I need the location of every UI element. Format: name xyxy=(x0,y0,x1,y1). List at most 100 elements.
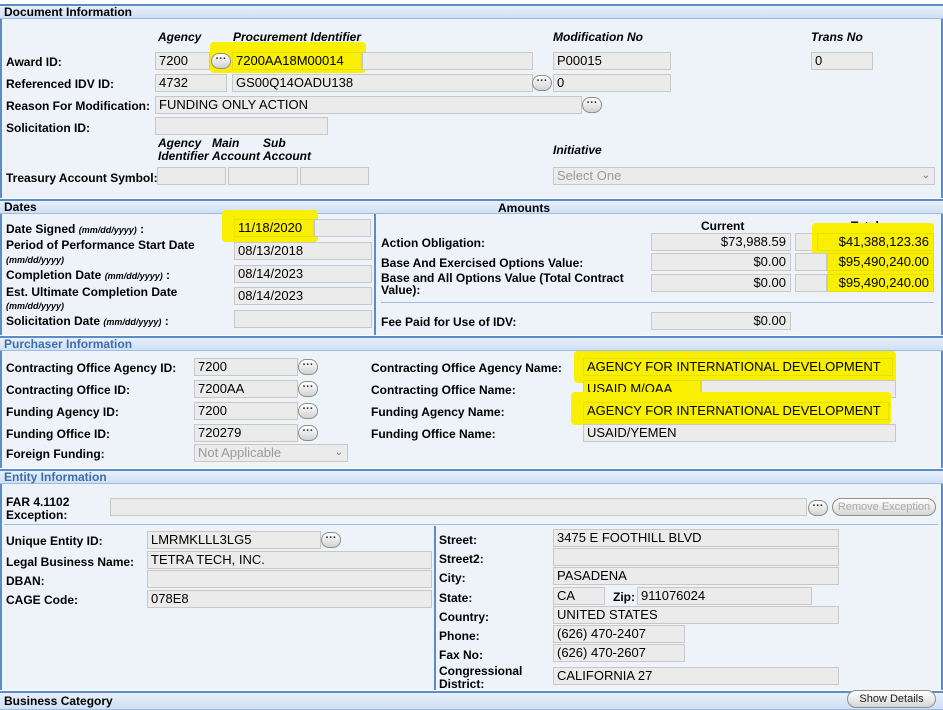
state-label: State: xyxy=(439,591,473,605)
col-trans-no: Trans No xyxy=(811,30,863,44)
base-all-total[interactable]: $95,490,240.00 xyxy=(827,274,934,292)
co-id-field[interactable]: 7200AA xyxy=(194,380,298,398)
date-signed-field-ext[interactable] xyxy=(314,219,371,237)
far-label-line2: Exception: xyxy=(6,508,68,522)
treasury-agency-field[interactable] xyxy=(157,167,226,185)
reason-field[interactable]: FUNDING ONLY ACTION xyxy=(155,96,582,114)
co-name-label: Contracting Office Name: xyxy=(371,383,516,397)
far-lookup-button[interactable]: ··· xyxy=(808,500,828,516)
completion-field[interactable]: 08/14/2023 xyxy=(234,265,372,283)
funding-office-id-field[interactable]: 720279 xyxy=(194,424,298,442)
initiative-select[interactable]: Select One ⌄ xyxy=(553,167,935,185)
action-obligation-total[interactable]: $41,388,123.36 xyxy=(817,233,934,251)
ref-modification-field[interactable]: 0 xyxy=(553,74,671,92)
co-agency-name-field[interactable]: AGENCY FOR INTERNATIONAL DEVELOPMENT xyxy=(583,358,893,376)
section-purchaser-information: Purchaser Information xyxy=(0,336,943,351)
award-trans-field[interactable]: 0 xyxy=(811,52,873,70)
uei-label: Unique Entity ID: xyxy=(6,534,103,548)
co-id-lookup-button[interactable]: ··· xyxy=(298,381,318,397)
ref-lookup-button[interactable]: ··· xyxy=(532,75,552,91)
col-sub-account: Sub Account xyxy=(263,136,311,163)
award-modification-field[interactable]: P00015 xyxy=(553,52,671,70)
fax-field[interactable]: (626) 470-2607 xyxy=(553,644,685,662)
funding-office-name-field[interactable]: USAID/YEMEN xyxy=(583,424,896,442)
base-all-total-pad xyxy=(795,274,827,292)
legal-name-field[interactable]: TETRA TECH, INC. xyxy=(147,551,432,569)
base-exercised-total-pad xyxy=(795,253,827,271)
country-field[interactable]: UNITED STATES xyxy=(553,606,839,624)
section-amounts: Amounts xyxy=(498,201,550,215)
treasury-sub-field[interactable] xyxy=(300,167,369,185)
award-procurement-field-ext[interactable] xyxy=(362,52,533,70)
ref-agency-field[interactable]: 4732 xyxy=(155,74,227,92)
base-all-current[interactable]: $0.00 xyxy=(651,274,791,292)
dban-field[interactable] xyxy=(147,570,432,588)
funding-agency-name-label: Funding Agency Name: xyxy=(371,405,505,419)
funding-office-id-label: Funding Office ID: xyxy=(6,427,110,441)
uei-lookup-button[interactable]: ··· xyxy=(321,532,341,548)
legal-name-label: Legal Business Name: xyxy=(6,555,135,569)
co-agency-id-label: Contracting Office Agency ID: xyxy=(6,361,177,375)
date-signed-label: Date Signed (mm/dd/yyyy) : xyxy=(6,222,145,236)
funding-office-lookup-button[interactable]: ··· xyxy=(298,425,318,441)
base-exercised-total[interactable]: $95,490,240.00 xyxy=(827,253,934,271)
co-agency-id-field[interactable]: 7200 xyxy=(194,358,298,376)
award-lookup-button[interactable]: ··· xyxy=(211,53,231,69)
date-signed-field[interactable]: 11/18/2020 xyxy=(234,219,314,237)
treasury-main-field[interactable] xyxy=(228,167,298,185)
chevron-down-icon: ⌄ xyxy=(921,170,930,181)
street-field[interactable]: 3475 E FOOTHILL BLVD xyxy=(553,529,839,547)
action-obligation-label: Action Obligation: xyxy=(381,236,485,250)
col-main-account: Main Account xyxy=(212,136,260,163)
country-label: Country: xyxy=(439,610,489,624)
est-completion-field[interactable]: 08/14/2023 xyxy=(234,287,372,305)
solicitation-id-label: Solicitation ID: xyxy=(6,121,90,135)
solicitation-id-field[interactable] xyxy=(155,117,328,135)
col-initiative: Initiative xyxy=(553,143,602,157)
cage-label: CAGE Code: xyxy=(6,593,78,607)
cage-field[interactable]: 078E8 xyxy=(147,590,432,608)
award-id-label: Award ID: xyxy=(6,55,62,69)
city-field[interactable]: PASADENA xyxy=(553,567,839,585)
funding-office-name-label: Funding Office Name: xyxy=(371,427,496,441)
funding-agency-id-field[interactable]: 7200 xyxy=(194,402,298,420)
remove-exception-button[interactable]: Remove Exception xyxy=(832,498,936,516)
reason-lookup-button[interactable]: ··· xyxy=(582,97,602,113)
state-field[interactable]: CA xyxy=(553,587,605,605)
district-label-line1: Congressional xyxy=(439,664,523,678)
amounts-divider xyxy=(381,302,934,303)
zip-label: Zip: xyxy=(613,590,635,604)
far-exception-field[interactable] xyxy=(110,498,807,516)
reason-label: Reason For Modification: xyxy=(6,99,150,113)
chevron-down-icon: ⌄ xyxy=(334,447,343,458)
pop-start-field[interactable]: 08/13/2018 xyxy=(234,242,372,260)
section-entity-information: Entity Information xyxy=(0,469,943,484)
funding-agency-id-label: Funding Agency ID: xyxy=(6,405,119,419)
district-label-line2: District: xyxy=(439,677,485,691)
street2-field[interactable] xyxy=(553,548,839,566)
foreign-funding-select[interactable]: Not Applicable ⌄ xyxy=(194,444,348,462)
action-obligation-current[interactable]: $73,988.59 xyxy=(651,233,791,251)
co-agency-lookup-button[interactable]: ··· xyxy=(298,359,318,375)
funding-agency-name-field[interactable]: AGENCY FOR INTERNATIONAL DEVELOPMENT xyxy=(583,402,889,420)
fee-paid-label: Fee Paid for Use of IDV: xyxy=(381,315,517,329)
phone-field[interactable]: (626) 470-2407 xyxy=(553,625,685,643)
completion-label: Completion Date (mm/dd/yyyy) : xyxy=(6,268,171,282)
section-business-category: Business Category xyxy=(0,691,943,710)
uei-field[interactable]: LMRMKLLL3LG5 xyxy=(147,531,321,549)
award-procurement-field[interactable]: 7200AA18M00014 xyxy=(232,52,362,70)
ref-procurement-field[interactable]: GS00Q14OADU138 xyxy=(232,74,533,92)
street-label: Street: xyxy=(439,533,478,547)
funding-agency-lookup-button[interactable]: ··· xyxy=(298,403,318,419)
base-exercised-label: Base And Exercised Options Value: xyxy=(381,256,584,270)
award-agency-field[interactable]: 7200 xyxy=(155,52,210,70)
show-details-button[interactable]: Show Details xyxy=(847,690,936,708)
fee-paid-field[interactable]: $0.00 xyxy=(651,312,791,330)
far-label-line1: FAR 4.1102 xyxy=(6,495,70,509)
section-dates: Dates Amounts xyxy=(0,199,943,214)
referenced-idv-label: Referenced IDV ID: xyxy=(6,77,115,91)
zip-field[interactable]: 911076024 xyxy=(637,587,812,605)
solicitation-date-field[interactable] xyxy=(234,310,372,328)
base-exercised-current[interactable]: $0.00 xyxy=(651,253,791,271)
district-field[interactable]: CALIFORNIA 27 xyxy=(553,667,839,685)
